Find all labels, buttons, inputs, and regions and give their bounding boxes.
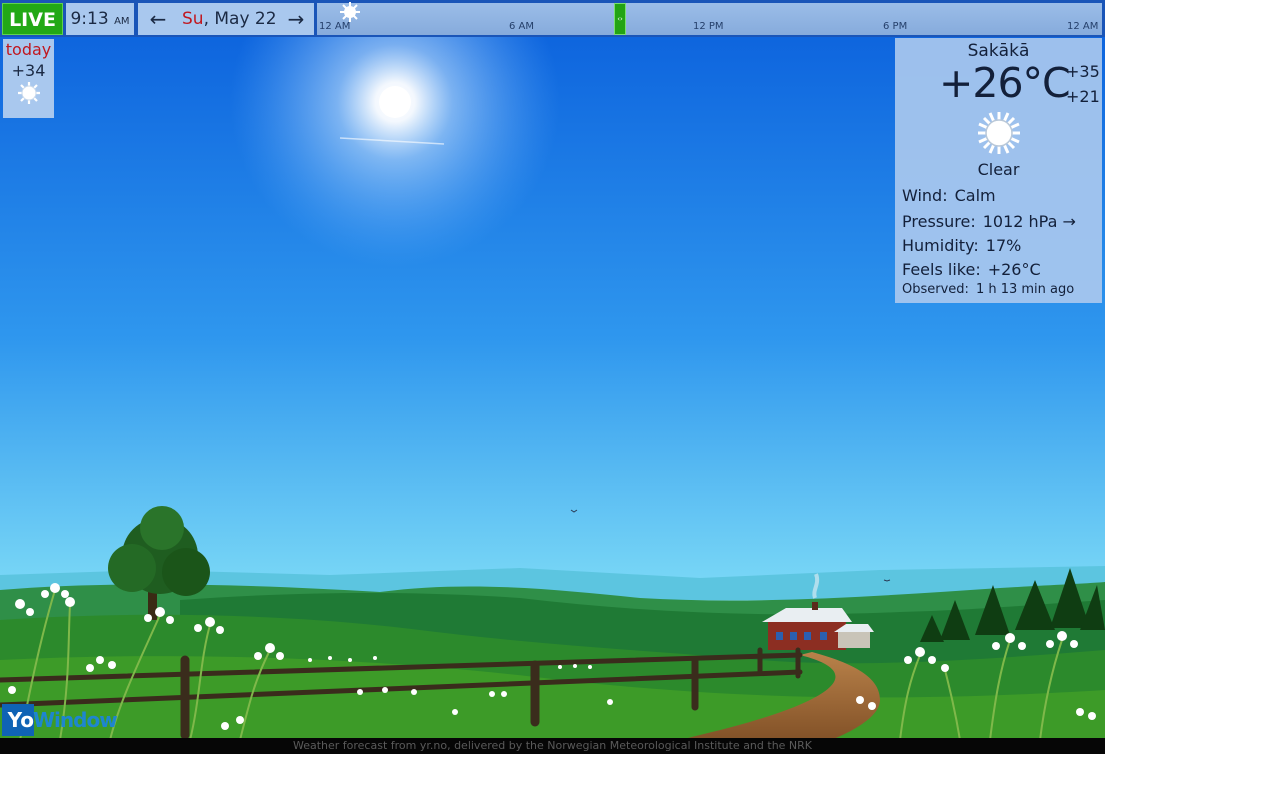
wind-value: Calm xyxy=(954,186,996,205)
observed-value: 1 h 13 min ago xyxy=(975,282,1075,297)
feels-like-value: +26°C xyxy=(987,260,1041,279)
logo-text: Window xyxy=(33,708,118,732)
yowindow-app: LIVE 9:13 AM ← Su, May 22 → 12 AM 6 AM 1… xyxy=(0,0,1105,754)
date-display[interactable]: Su, May 22 xyxy=(182,3,277,35)
timeline-handle[interactable]: ‹› xyxy=(614,3,626,35)
observed-row: Observed: 1 h 13 min ago xyxy=(902,282,1074,297)
current-temperature: +26°C xyxy=(939,59,1071,107)
current-weather-panel[interactable]: Sakākā +26°C +35 +21 Clear Wind: Calm Pre… xyxy=(895,38,1102,303)
pressure-label: Pressure: xyxy=(902,212,976,231)
logo-mark: Yo xyxy=(2,704,34,736)
humidity-row: Humidity: 17% xyxy=(902,236,1021,255)
sun-icon xyxy=(17,82,40,104)
today-temp: +34 xyxy=(11,61,46,80)
next-day-arrow-icon[interactable]: → xyxy=(282,3,310,35)
timeline-tick: 6 PM xyxy=(883,21,908,32)
wind-label: Wind: xyxy=(902,186,948,205)
timeline-tick: 6 AM xyxy=(509,21,535,32)
live-button[interactable]: LIVE xyxy=(2,3,63,35)
forecast-credit[interactable]: Weather forecast from yr.no, delivered b… xyxy=(0,738,1105,754)
high-temp: +35 xyxy=(1066,62,1100,81)
today-label: today xyxy=(5,40,52,59)
feels-like-row: Feels like: +26°C xyxy=(902,260,1041,279)
date-text: , May 22 xyxy=(203,9,277,29)
location-name[interactable]: Sakākā xyxy=(895,41,1102,61)
timeline-slider[interactable]: 12 AM 6 AM 12 PM 6 PM 12 AM ‹› xyxy=(317,2,1102,35)
yowindow-logo[interactable]: Yo Window xyxy=(2,704,132,736)
pressure-row: Pressure: 1012 hPa → xyxy=(902,212,1076,231)
time-ampm: AM xyxy=(114,16,130,27)
humidity-label: Humidity: xyxy=(902,236,979,255)
observed-label: Observed: xyxy=(902,282,969,297)
timeline-tick: 12 PM xyxy=(693,21,724,32)
today-forecast-tile[interactable]: today +34 xyxy=(3,39,54,118)
sun-icon xyxy=(978,112,1020,154)
low-temp: +21 xyxy=(1066,87,1100,106)
pressure-value: 1012 hPa → xyxy=(982,212,1076,231)
timeline-tick: 12 AM xyxy=(1067,21,1099,32)
feels-like-label: Feels like: xyxy=(902,260,981,279)
wind-row: Wind: Calm xyxy=(902,186,996,205)
prev-day-arrow-icon[interactable]: ← xyxy=(144,3,172,35)
timeline-tick: 12 AM xyxy=(319,21,351,32)
humidity-value: 17% xyxy=(985,236,1022,255)
date-navigator: ← Su, May 22 → xyxy=(138,3,314,35)
top-bar: LIVE 9:13 AM ← Su, May 22 → 12 AM 6 AM 1… xyxy=(0,0,1105,37)
condition-text: Clear xyxy=(977,160,1020,179)
day-of-week: Su xyxy=(182,9,204,29)
current-time[interactable]: 9:13 AM xyxy=(66,3,134,35)
sun-icon xyxy=(340,2,360,22)
time-value: 9:13 xyxy=(70,9,109,29)
